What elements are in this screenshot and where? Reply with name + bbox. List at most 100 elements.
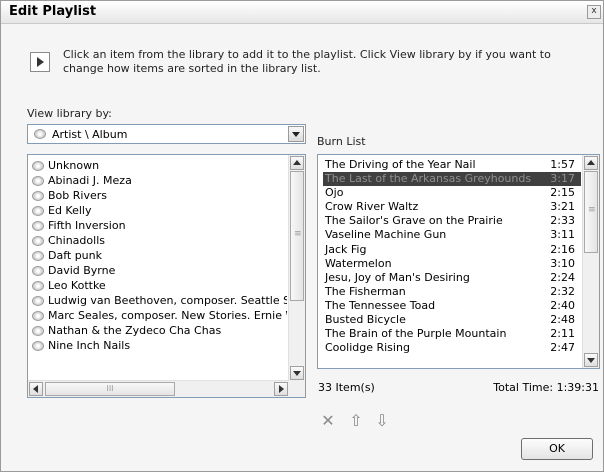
library-item[interactable]: Abinadi J. Meza <box>30 173 287 188</box>
cd-icon <box>32 176 44 186</box>
track-time: 2:40 <box>550 298 575 312</box>
library-item[interactable]: Daft punk <box>30 248 287 263</box>
view-library-label: View library by: <box>27 107 112 120</box>
track-title: Jesu, Joy of Man's Desiring <box>325 270 470 284</box>
library-item[interactable]: Leo Kottke <box>30 278 287 293</box>
library-item-label: Abinadi J. Meza <box>48 174 132 187</box>
total-time: Total Time: 1:39:31 <box>493 381 599 394</box>
library-item-label: Ed Kelly <box>48 204 92 217</box>
cd-icon <box>32 221 44 231</box>
burn-track-row[interactable]: The Fisherman 2:32 <box>323 285 581 299</box>
library-vertical-scrollbar[interactable] <box>288 155 305 381</box>
track-time: 2:11 <box>550 327 575 341</box>
library-item[interactable]: Unknown <box>30 158 287 173</box>
info-play-icon <box>30 52 50 72</box>
cd-icon <box>32 341 44 351</box>
title-bar[interactable]: Edit Playlist x <box>1 1 603 24</box>
ok-button[interactable]: OK <box>521 438 593 460</box>
library-item[interactable]: Ed Kelly <box>30 203 287 218</box>
cd-icon <box>32 266 44 276</box>
library-item-label: Fifth Inversion <box>48 219 126 232</box>
cd-icon <box>32 206 44 216</box>
cd-icon <box>32 296 44 306</box>
burn-list[interactable]: The Driving of the Year Nail 1:57 The Last… <box>317 154 600 369</box>
cd-icon <box>32 311 44 321</box>
library-item[interactable]: Marc Seales, composer. New Stories. Erni… <box>30 308 287 323</box>
scroll-thumb[interactable] <box>290 171 304 301</box>
library-item[interactable]: Chinadolls <box>30 233 287 248</box>
track-time: 2:15 <box>550 186 575 200</box>
burn-track-row[interactable]: Jack Fig 2:16 <box>323 243 581 257</box>
view-library-dropdown[interactable]: Artist \ Album <box>27 124 306 144</box>
scroll-down-button[interactable] <box>584 353 598 367</box>
track-time: 2:33 <box>550 214 575 228</box>
scroll-corner <box>289 381 305 397</box>
track-title: Vaseline Machine Gun <box>325 228 447 242</box>
arrow-up-icon[interactable]: ⇧ <box>347 412 365 430</box>
scroll-up-button[interactable] <box>584 156 598 170</box>
cd-icon <box>32 326 44 336</box>
scroll-thumb[interactable] <box>584 171 598 253</box>
burn-track-row[interactable]: The Driving of the Year Nail 1:57 <box>323 158 581 172</box>
view-library-value: Artist \ Album <box>52 128 128 141</box>
track-time: 2:24 <box>550 270 575 284</box>
library-horizontal-scrollbar[interactable]: III <box>28 380 289 397</box>
library-item-label: Bob Rivers <box>48 189 107 202</box>
edit-playlist-dialog: Edit Playlist x Click an item from the l… <box>0 0 604 472</box>
arrow-down-icon[interactable]: ⇩ <box>373 412 391 430</box>
burn-list-label: Burn List <box>317 135 366 148</box>
burn-vertical-scrollbar[interactable] <box>582 155 599 368</box>
burn-items: The Driving of the Year Nail 1:57 The Last… <box>323 158 581 366</box>
burn-track-row[interactable]: The Last of the Arkansas Greyhounds 3:17 <box>323 172 581 187</box>
burn-track-row[interactable]: The Sailor's Grave on the Prairie 2:33 <box>323 214 581 228</box>
burn-track-row[interactable]: Ojo 2:15 <box>323 186 581 200</box>
burn-track-row[interactable]: Jesu, Joy of Man's Desiring 2:24 <box>323 271 581 285</box>
library-item[interactable]: Nathan & the Zydeco Cha Chas <box>30 323 287 338</box>
burn-track-row[interactable]: Watermelon 3:10 <box>323 257 581 271</box>
library-list[interactable]: Unknown Abinadi J. Meza Bob Rivers Ed Kelly… <box>27 154 306 398</box>
close-button[interactable]: x <box>587 5 601 19</box>
info-text: Click an item from the library to add it… <box>63 48 551 75</box>
scroll-right-button[interactable] <box>274 382 288 396</box>
library-items: Unknown Abinadi J. Meza Bob Rivers Ed Kelly… <box>30 158 287 379</box>
library-item-label: David Byrne <box>48 264 116 277</box>
burn-track-row[interactable]: The Tennessee Toad 2:40 <box>323 299 581 313</box>
scroll-up-button[interactable] <box>290 156 304 170</box>
dropdown-arrow-button[interactable] <box>288 126 304 142</box>
scroll-left-button[interactable] <box>29 382 43 396</box>
track-time: 3:11 <box>550 228 575 242</box>
track-title: Watermelon <box>325 256 392 270</box>
track-title: Crow River Waltz <box>325 200 419 214</box>
library-item-label: Nine Inch Nails <box>48 339 131 352</box>
cd-icon <box>32 251 44 261</box>
library-item-label: Marc Seales, composer. New Stories. Erni… <box>48 309 287 322</box>
library-item[interactable]: David Byrne <box>30 263 287 278</box>
track-time: 3:10 <box>550 256 575 270</box>
track-title: Ojo <box>325 186 344 200</box>
library-item[interactable]: Ludwig van Beethoven, composer. Seattle … <box>30 293 287 308</box>
track-title: Coolidge Rising <box>325 341 410 355</box>
track-title: The Sailor's Grave on the Prairie <box>325 214 503 228</box>
burn-track-row[interactable]: Busted Bicycle 2:48 <box>323 313 581 327</box>
library-item-label: Unknown <box>48 159 100 172</box>
track-title: The Brain of the Purple Mountain <box>325 327 507 341</box>
track-title: The Fisherman <box>325 284 406 298</box>
track-time: 2:16 <box>550 242 575 256</box>
track-time: 3:17 <box>550 172 575 186</box>
cd-icon <box>34 129 46 139</box>
track-time: 1:57 <box>550 158 575 171</box>
burn-track-row[interactable]: The Brain of the Purple Mountain 2:11 <box>323 327 581 341</box>
track-time: 2:47 <box>550 341 575 355</box>
library-item[interactable]: Fifth Inversion <box>30 218 287 233</box>
library-item[interactable]: Nine Inch Nails <box>30 338 287 353</box>
burn-track-row[interactable]: Vaseline Machine Gun 3:11 <box>323 228 581 242</box>
track-title: The Tennessee Toad <box>325 298 436 312</box>
track-time: 3:21 <box>550 200 575 214</box>
horizontal-scroll-thumb[interactable]: III <box>45 382 175 396</box>
library-item[interactable]: Bob Rivers <box>30 188 287 203</box>
x-icon[interactable]: ✕ <box>319 412 337 430</box>
burn-track-row[interactable]: Coolidge Rising 2:47 <box>323 341 581 355</box>
burn-track-row[interactable]: Crow River Waltz 3:21 <box>323 200 581 214</box>
scroll-down-button[interactable] <box>290 366 304 380</box>
dialog-title: Edit Playlist <box>9 4 97 19</box>
